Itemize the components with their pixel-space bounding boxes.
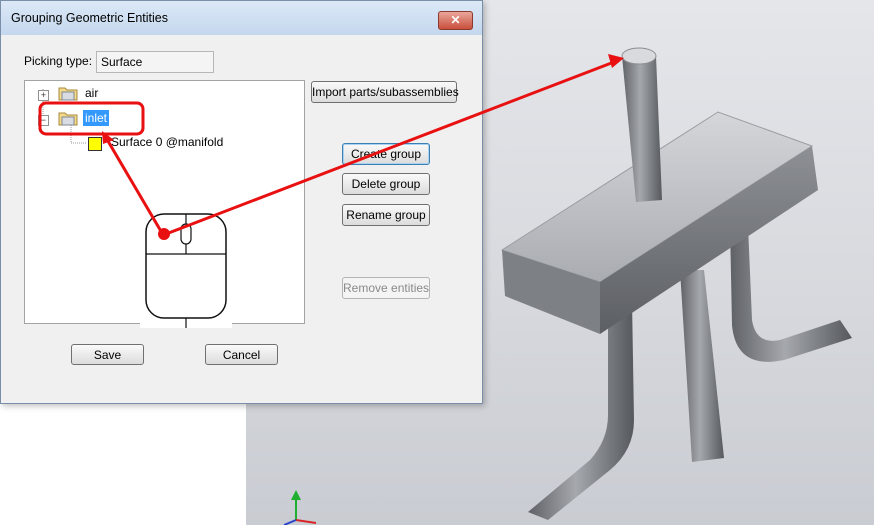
- surface-swatch-icon: [88, 137, 102, 151]
- remove-entities-button[interactable]: Remove entities: [342, 277, 430, 299]
- expand-air-button[interactable]: +: [38, 90, 49, 101]
- import-parts-button[interactable]: Import parts/subassemblies: [311, 81, 459, 103]
- cancel-button[interactable]: Cancel: [205, 344, 278, 365]
- tree-item-surface[interactable]: Surface 0 @manifold: [109, 134, 225, 150]
- outlet-pipe-right[interactable]: [730, 225, 852, 362]
- outlet-pipe-center[interactable]: [680, 270, 724, 462]
- mouse-illustration: [140, 210, 232, 328]
- folder-icon: [58, 87, 78, 101]
- tree-item-inlet[interactable]: inlet: [83, 110, 110, 126]
- delete-group-button[interactable]: Delete group: [342, 173, 430, 195]
- tree-item-air[interactable]: air: [83, 85, 100, 101]
- close-button[interactable]: ✕: [438, 11, 473, 30]
- picking-type-field[interactable]: Surface: [96, 51, 214, 73]
- create-group-button[interactable]: Create group: [342, 143, 430, 165]
- save-button[interactable]: Save: [71, 344, 144, 365]
- dialog-title: Grouping Geometric Entities: [11, 11, 169, 25]
- outlet-pipe-left[interactable]: [528, 300, 634, 520]
- expand-inlet-button[interactable]: −: [38, 115, 49, 126]
- grouping-dialog: Grouping Geometric Entities ✕ Picking ty…: [0, 0, 483, 404]
- picking-type-label: Picking type:: [24, 54, 93, 68]
- folder-icon: [58, 112, 78, 126]
- axis-triad-icon: [283, 490, 317, 525]
- rename-group-button[interactable]: Rename group: [342, 204, 430, 226]
- dialog-titlebar[interactable]: Grouping Geometric Entities ✕: [1, 1, 482, 35]
- inlet-surface[interactable]: [621, 47, 657, 65]
- mouse-icon: [145, 213, 227, 328]
